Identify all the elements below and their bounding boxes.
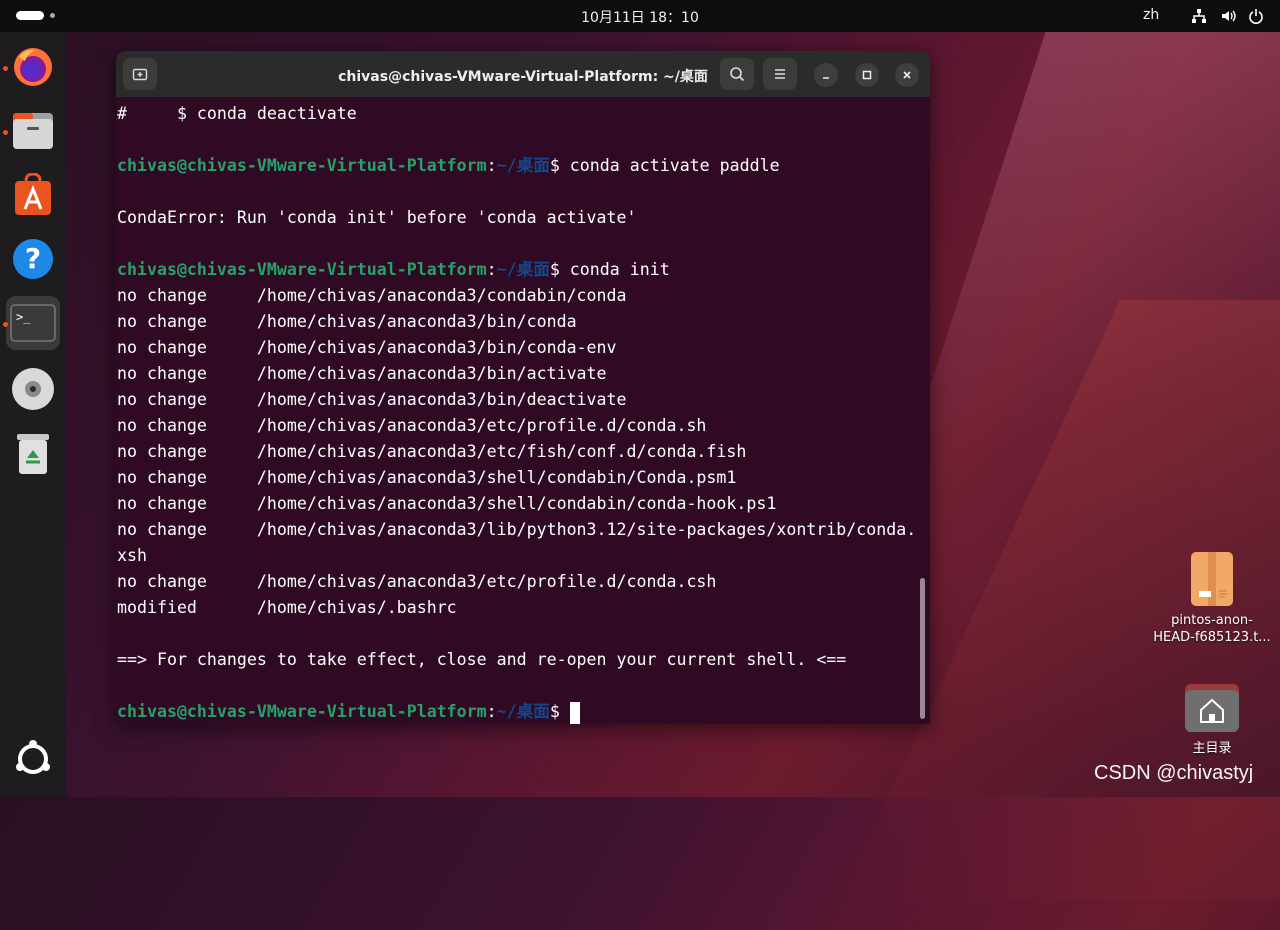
close-button[interactable] — [895, 63, 919, 87]
prompt-user: chivas@chivas-VMware-Virtual-Platform — [117, 702, 487, 721]
prompt-path: ~/桌面 — [496, 260, 550, 279]
ubuntu-logo-icon — [16, 740, 50, 774]
prompt-line: chivas@chivas-VMware-Virtual-Platform:~/… — [117, 257, 917, 283]
prompt-dollar: $ — [549, 260, 570, 279]
title-bar[interactable]: chivas@chivas-VMware-Virtual-Platform: ~… — [116, 51, 930, 97]
output-line: no change /home/chivas/anaconda3/bin/act… — [117, 364, 607, 383]
output-line: xsh — [117, 546, 147, 565]
archive-file-icon — [1191, 552, 1233, 606]
output-line: no change /home/chivas/anaconda3/bin/con… — [117, 312, 577, 331]
svg-text:>_: >_ — [16, 310, 31, 324]
prompt-path: ~/桌面 — [496, 156, 550, 175]
running-indicator — [3, 322, 8, 327]
dvd-icon — [12, 368, 54, 410]
dock: ? >_ — [0, 32, 66, 797]
output-line: no change /home/chivas/anaconda3/bin/con… — [117, 338, 617, 357]
search-icon — [730, 67, 745, 82]
dock-terminal[interactable]: >_ — [6, 296, 60, 350]
prompt-colon: : — [486, 156, 497, 175]
maximize-button[interactable] — [855, 63, 879, 87]
network-icon[interactable] — [1191, 8, 1207, 28]
close-icon — [903, 71, 911, 79]
output-line: no change /home/chivas/anaconda3/shell/c… — [117, 468, 737, 487]
input-language-indicator[interactable]: zh — [1143, 7, 1159, 23]
prompt-user: chivas@chivas-VMware-Virtual-Platform — [117, 260, 487, 279]
menu-button[interactable] — [763, 58, 797, 90]
watermark: CSDN @chivastyj — [1094, 762, 1254, 784]
window-title: chivas@chivas-VMware-Virtual-Platform: ~… — [338, 69, 708, 85]
trash-icon — [17, 434, 49, 474]
desktop-home-folder[interactable]: 主目录 — [1166, 680, 1258, 757]
command-text: conda init — [569, 260, 670, 279]
minimize-icon — [823, 77, 829, 79]
output-line: # $ conda deactivate — [117, 104, 357, 123]
command-text: conda activate paddle — [569, 156, 780, 175]
minimize-button[interactable] — [814, 63, 838, 87]
volume-icon[interactable] — [1220, 8, 1238, 28]
prompt-line: chivas@chivas-VMware-Virtual-Platform:~/… — [117, 153, 917, 179]
svg-text:?: ? — [25, 242, 41, 275]
desktop-file-pintos[interactable]: pintos-anon- HEAD-f685123.t... — [1150, 550, 1274, 646]
running-indicator — [3, 130, 8, 135]
dock-help[interactable]: ? — [6, 232, 60, 286]
prompt-dollar: $ — [549, 156, 570, 175]
app-center-icon — [15, 173, 51, 215]
prompt-path: ~/桌面 — [496, 702, 550, 721]
prompt-colon: : — [486, 260, 497, 279]
prompt-colon: : — [486, 702, 497, 721]
dock-app-center[interactable] — [6, 168, 60, 222]
dock-dvd[interactable] — [6, 362, 60, 416]
prompt-line: chivas@chivas-VMware-Virtual-Platform:~/… — [117, 699, 917, 724]
dock-show-apps[interactable] — [6, 732, 60, 786]
terminal-icon: >_ — [10, 304, 56, 342]
power-icon[interactable] — [1248, 8, 1264, 28]
prompt-user: chivas@chivas-VMware-Virtual-Platform — [117, 156, 487, 175]
output-line: modified /home/chivas/.bashrc — [117, 598, 457, 617]
hamburger-menu-icon — [775, 69, 785, 79]
output-line: no change /home/chivas/anaconda3/etc/pro… — [117, 416, 707, 435]
terminal-window[interactable]: chivas@chivas-VMware-Virtual-Platform: ~… — [116, 51, 930, 724]
firefox-icon — [14, 48, 52, 86]
clock[interactable]: 10月11日 18：10 — [0, 7, 1280, 27]
output-line: no change /home/chivas/anaconda3/etc/fis… — [117, 442, 747, 461]
home-folder-icon — [1185, 684, 1239, 732]
prompt-dollar: $ — [549, 702, 570, 721]
file-label-line2: HEAD-f685123.t... — [1153, 630, 1271, 645]
dock-trash[interactable] — [6, 426, 60, 480]
files-icon — [13, 113, 53, 149]
terminal-output[interactable]: # $ conda deactivate chivas@chivas-VMware… — [117, 101, 917, 724]
file-label-line1: pintos-anon- — [1171, 613, 1253, 628]
output-line: no change /home/chivas/anaconda3/shell/c… — [117, 494, 777, 513]
scrollbar[interactable] — [920, 578, 925, 719]
search-button[interactable] — [720, 58, 754, 90]
maximize-icon — [862, 70, 872, 80]
dock-firefox[interactable] — [6, 40, 60, 94]
text-cursor — [569, 701, 580, 724]
running-indicator — [3, 66, 8, 71]
output-line: no change /home/chivas/anaconda3/etc/pro… — [117, 572, 717, 591]
output-line: no change /home/chivas/anaconda3/lib/pyt… — [117, 520, 917, 539]
top-bar: 10月11日 18：10 zh — [0, 0, 1280, 32]
output-line: ==> For changes to take effect, close an… — [117, 650, 847, 669]
help-icon: ? — [13, 239, 53, 279]
home-folder-label: 主目录 — [1192, 741, 1232, 756]
output-line: CondaError: Run 'conda init' before 'con… — [117, 208, 637, 227]
output-line: no change /home/chivas/anaconda3/condabi… — [117, 286, 627, 305]
dock-files[interactable] — [6, 104, 60, 158]
output-line: no change /home/chivas/anaconda3/bin/dea… — [117, 390, 627, 409]
